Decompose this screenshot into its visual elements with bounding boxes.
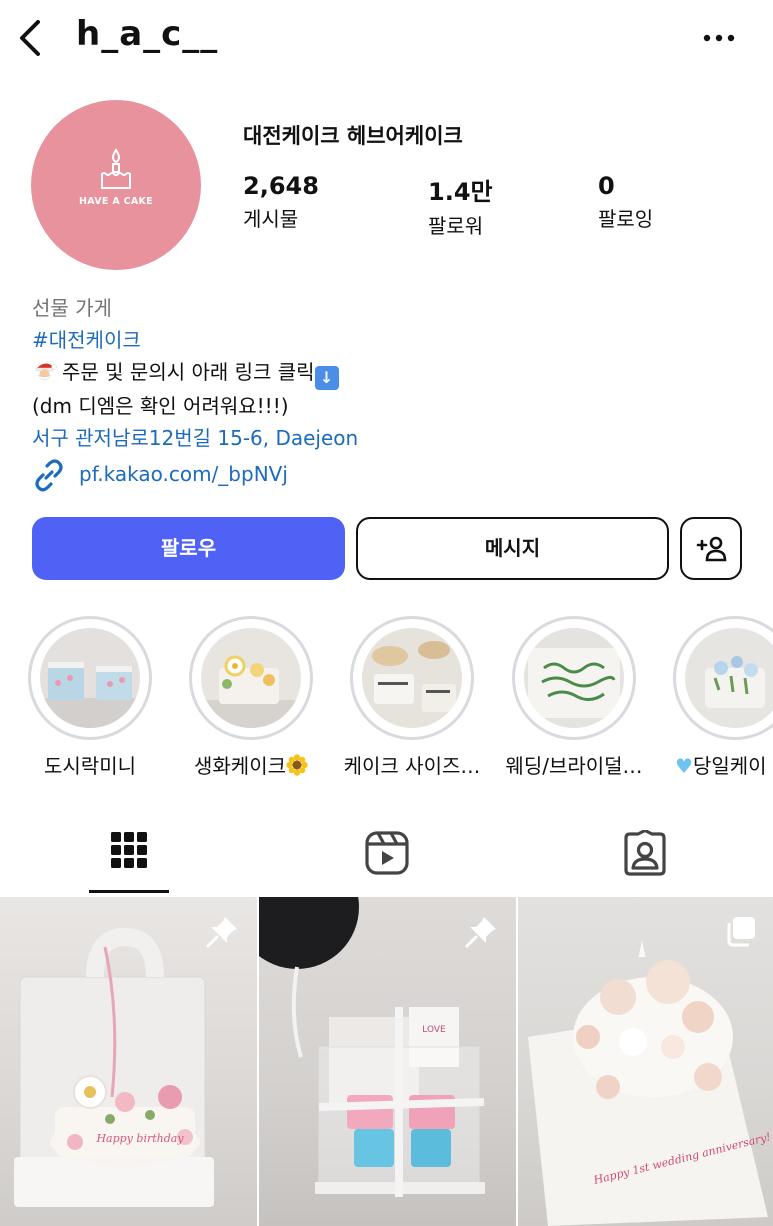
tab-tagged[interactable] (516, 814, 773, 894)
back-button[interactable] (14, 16, 48, 60)
highlight-label: 케이크 사이즈… (343, 754, 481, 778)
tab-posts-grid[interactable] (0, 814, 257, 894)
bio-line-2: (dm 디엠은 확인 어려워요!!!) (32, 394, 289, 418)
more-options-button[interactable] (700, 24, 740, 48)
highlight-ring (673, 616, 773, 740)
posts-count-label: 게시물 (243, 207, 299, 231)
followers-count-label: 팔로워 (428, 214, 484, 238)
santa-emoji-icon (35, 363, 57, 381)
highlight-label-text: 당일케이 (692, 754, 767, 778)
highlight-cover (685, 628, 773, 728)
highlight-label: 웨딩/브라이덜… (505, 754, 643, 778)
highlight-ring (350, 616, 474, 740)
post-thumbnail[interactable]: Happy 1st wedding anniversary! (518, 897, 773, 1226)
highlight-label: 도시락미니 (44, 754, 136, 778)
posts-grid: Happy birthday LOVE Happy 1st wedding an… (0, 897, 773, 1226)
avatar-logo-text: HAVE A CAKE (79, 196, 153, 207)
link-icon (35, 459, 63, 492)
grid-icon (111, 832, 147, 868)
pin-icon (465, 917, 496, 948)
multiple-posts-icon (727, 917, 755, 947)
profile-tabs (0, 814, 773, 896)
message-button[interactable]: 메시지 (356, 517, 669, 580)
tab-reels[interactable] (258, 814, 515, 894)
following-count[interactable]: 0 팔로잉 (598, 172, 653, 232)
highlight-cover (201, 628, 301, 728)
highlight-cover (40, 628, 140, 728)
chevron-left-icon (20, 20, 40, 56)
add-user-icon (696, 536, 727, 562)
love-card-text: LOVE (422, 1025, 446, 1035)
posts-count-value: 2,648 (243, 172, 319, 200)
profile-username: h_a_c__ (76, 14, 219, 54)
highlight-cover (524, 628, 624, 728)
follow-button[interactable]: 팔로우 (32, 517, 345, 580)
story-highlight[interactable]: ♥당일케이 (665, 616, 773, 786)
highlight-label: ♥당일케이 (675, 750, 773, 779)
active-tab-indicator (89, 890, 169, 893)
highlight-cover (362, 628, 462, 728)
followers-count-value: 1.4만 (428, 178, 493, 206)
followers-count[interactable]: 1.4만 팔로워 (428, 172, 493, 239)
down-arrow-emoji-icon: ↓ (314, 366, 339, 390)
reels-icon (365, 831, 409, 875)
post-thumbnail[interactable]: LOVE (259, 897, 516, 1226)
following-count-value: 0 (598, 172, 615, 200)
following-count-label: 팔로잉 (598, 207, 654, 231)
post-thumbnail[interactable]: Happy birthday (0, 897, 257, 1226)
blue-heart-emoji-icon: ♥ (675, 754, 693, 778)
bio-hashtag[interactable]: #대전케이크 (32, 328, 141, 352)
highlight-label: 생화케이크 (181, 750, 321, 779)
avatar-logo: HAVE A CAKE (31, 146, 201, 207)
pin-icon (206, 917, 237, 948)
bio-line-1: 주문 및 문의시 아래 링크 클릭 ↓ (32, 356, 752, 390)
profile-link-text[interactable]: pf.kakao.com/_bpNVj (79, 462, 288, 486)
profile-bio: 선물 가게 #대전케이크 주문 및 문의시 아래 링크 클릭 ↓ (dm 디엠은 … (32, 292, 752, 454)
profile-full-name: 대전케이크 헤브어케이크 (243, 124, 463, 148)
sunflower-emoji-icon (286, 754, 308, 776)
more-horizontal-icon (703, 34, 735, 42)
highlight-ring (512, 616, 636, 740)
suggested-users-button[interactable] (680, 517, 742, 580)
profile-avatar[interactable]: HAVE A CAKE (31, 100, 201, 270)
highlight-ring (189, 616, 313, 740)
highlight-label-text: 생화케이크 (194, 754, 286, 778)
top-bar: h_a_c__ (0, 0, 773, 80)
profile-category: 선물 가게 (32, 296, 112, 320)
tagged-user-icon (624, 830, 666, 876)
profile-address[interactable]: 서구 관저남로12번길 15-6, Daejeon (32, 426, 358, 450)
cake-text: Happy birthday (95, 1132, 184, 1145)
candle-cake-icon (101, 148, 131, 189)
bio-line-1-text: 주문 및 문의시 아래 링크 클릭 (62, 360, 315, 384)
posts-count[interactable]: 2,648 게시물 (243, 172, 319, 232)
highlight-ring (28, 616, 152, 740)
